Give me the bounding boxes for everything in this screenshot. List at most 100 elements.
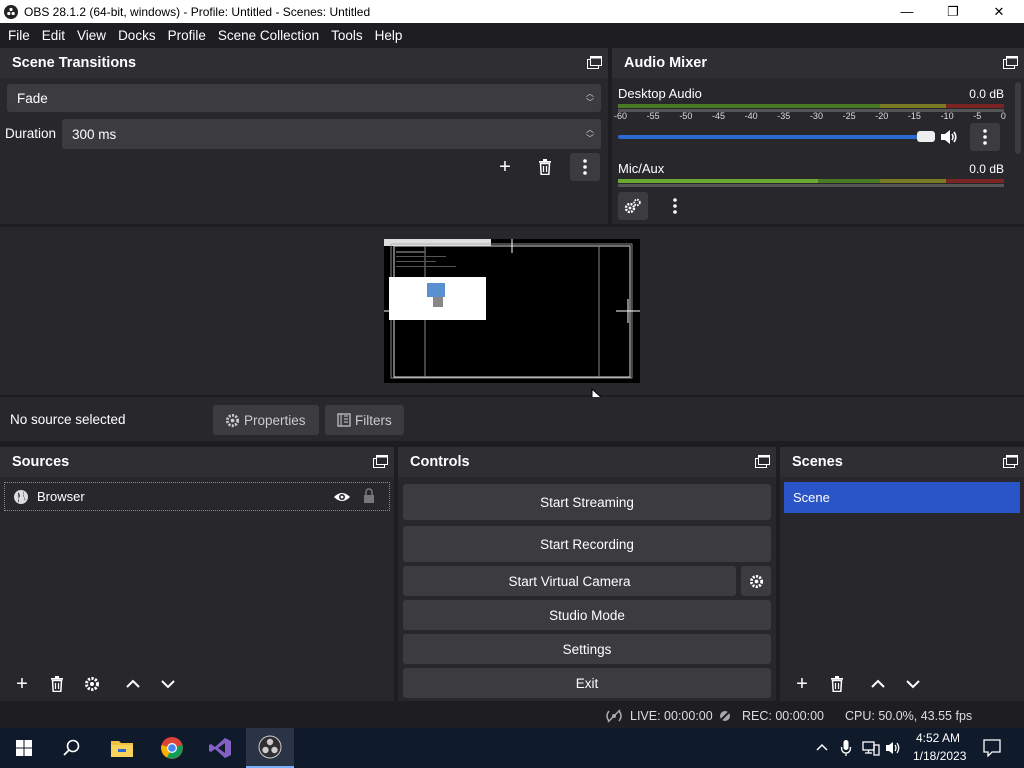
status-bar: LIVE: 00:00:00 REC: 00:00:00 CPU: 50.0%,… — [0, 704, 1024, 728]
undock-icon[interactable] — [1003, 455, 1018, 468]
menu-bar: File Edit View Docks Profile Scene Colle… — [0, 23, 1024, 47]
start-streaming-button[interactable]: Start Streaming — [403, 484, 771, 520]
mic-aux-meter-yellow — [880, 179, 946, 183]
scenes-panel: Scenes Scene + — [780, 447, 1024, 701]
start-button[interactable] — [0, 728, 48, 768]
speaker-icon[interactable] — [940, 129, 958, 145]
desktop-audio-meter-red — [946, 104, 1004, 108]
spin-arrows-icon[interactable]: ︿ ﹀ — [585, 119, 595, 149]
virtual-camera-settings-button[interactable] — [741, 566, 771, 596]
mic-aux-meter-peak — [618, 184, 1004, 187]
filters-button[interactable]: Filters — [325, 405, 404, 435]
sources-header: Sources — [0, 447, 394, 477]
taskbar-visual-studio[interactable] — [196, 728, 244, 768]
desktop-audio-volume-slider[interactable] — [618, 135, 934, 139]
undock-icon[interactable] — [1003, 56, 1018, 69]
add-scene-button[interactable]: + — [787, 670, 817, 698]
menu-file[interactable]: File — [2, 28, 36, 43]
chevron-up-icon[interactable] — [816, 743, 828, 751]
windows-taskbar: 4:52 AM 1/18/2023 — [0, 728, 1024, 768]
mic-aux-menu-button[interactable] — [660, 192, 690, 220]
taskbar-chrome[interactable] — [148, 728, 196, 768]
desktop-audio-db: 0.0 dB — [969, 87, 1004, 101]
close-button[interactable]: ✕ — [976, 0, 1022, 23]
network-icon[interactable] — [862, 740, 880, 756]
remove-transition-button[interactable] — [530, 153, 560, 181]
menu-view[interactable]: View — [71, 28, 112, 43]
filter-icon — [337, 413, 351, 427]
microphone-icon[interactable] — [840, 739, 852, 757]
preview-content — [384, 239, 640, 379]
controls-header: Controls — [398, 447, 776, 477]
settings-button[interactable]: Settings — [403, 634, 771, 664]
audio-mixer-header: Audio Mixer — [612, 48, 1024, 78]
scene-item-selected[interactable]: Scene — [784, 482, 1020, 513]
cpu-status: CPU: 50.0%, 43.55 fps — [845, 709, 973, 723]
source-toolbar — [0, 397, 1024, 441]
menu-edit[interactable]: Edit — [36, 28, 71, 43]
audio-mixer-scrollbar[interactable] — [1015, 82, 1021, 154]
exit-button[interactable]: Exit — [403, 668, 771, 698]
source-properties-button[interactable] — [77, 670, 107, 698]
chevron-down-icon — [906, 680, 920, 689]
live-status: LIVE: 00:00:00 — [630, 709, 713, 723]
menu-tools[interactable]: Tools — [325, 28, 369, 43]
duration-spinbox[interactable]: 300 ms ︿ ﹀ — [62, 119, 601, 149]
undock-icon[interactable] — [373, 455, 388, 468]
mic-aux-db: 0.0 dB — [969, 162, 1004, 176]
move-scene-up-button[interactable] — [863, 670, 893, 698]
volume-icon[interactable] — [885, 740, 903, 756]
menu-docks[interactable]: Docks — [112, 28, 162, 43]
gear-icon — [85, 677, 99, 691]
lock-icon[interactable] — [363, 488, 375, 504]
search-icon — [63, 739, 80, 756]
move-source-down-button[interactable] — [153, 670, 183, 698]
desktop-audio-ticks: -60 -55 -50 -45 -40 -35 -30 -25 -20 -15 -10 -5 0 — [614, 111, 1006, 121]
desktop-audio-label: Desktop Audio — [618, 86, 702, 101]
transition-properties-button[interactable] — [570, 153, 600, 181]
studio-mode-button[interactable]: Studio Mode — [403, 600, 771, 630]
scene-transitions-panel: Scene Transitions Fade ︿ ﹀ Duration 300 m… — [0, 48, 608, 224]
scenes-header: Scenes — [780, 447, 1024, 477]
menu-scene-collection[interactable]: Scene Collection — [212, 28, 325, 43]
trash-icon — [831, 676, 843, 692]
preview-canvas[interactable] — [384, 239, 640, 383]
add-source-button[interactable]: + — [7, 670, 37, 698]
add-transition-button[interactable]: + — [490, 153, 520, 181]
mic-aux-settings-button[interactable] — [618, 192, 648, 220]
start-recording-button[interactable]: Start Recording — [403, 526, 771, 562]
clock-date[interactable]: 1/18/2023 — [913, 749, 966, 763]
undock-icon[interactable] — [755, 455, 770, 468]
undock-icon[interactable] — [587, 56, 602, 69]
maximize-button[interactable]: ❐ — [930, 0, 976, 23]
mic-aux-meter-green — [818, 179, 880, 183]
properties-button[interactable]: Properties — [213, 405, 319, 435]
obs-logo-icon — [258, 735, 282, 759]
taskbar-obs[interactable] — [246, 728, 294, 768]
menu-help[interactable]: Help — [369, 28, 409, 43]
trash-icon — [539, 159, 551, 175]
source-item[interactable]: Browser — [4, 482, 390, 511]
volume-slider-handle[interactable] — [917, 131, 935, 142]
transition-select[interactable]: Fade ︿ ﹀ — [7, 84, 601, 112]
search-button[interactable] — [48, 728, 96, 768]
controls-title: Controls — [410, 454, 470, 470]
windows-logo-icon — [16, 740, 32, 756]
menu-profile[interactable]: Profile — [162, 28, 212, 43]
start-virtual-camera-button[interactable]: Start Virtual Camera — [403, 566, 736, 596]
eye-visibility-icon[interactable] — [333, 490, 351, 504]
clock-time[interactable]: 4:52 AM — [916, 731, 960, 745]
sources-title: Sources — [12, 454, 70, 470]
minimize-button[interactable]: — — [884, 0, 930, 23]
desktop-audio-menu-button[interactable] — [970, 123, 1000, 151]
remove-source-button[interactable] — [42, 670, 72, 698]
mic-aux-meter-red — [946, 179, 1004, 183]
notification-icon[interactable] — [983, 739, 1001, 757]
globe-icon — [14, 489, 28, 504]
record-off-icon — [718, 709, 732, 723]
chevron-down-icon — [161, 680, 175, 689]
remove-scene-button[interactable] — [822, 670, 852, 698]
taskbar-file-explorer[interactable] — [98, 728, 146, 768]
move-scene-down-button[interactable] — [898, 670, 928, 698]
move-source-up-button[interactable] — [118, 670, 148, 698]
